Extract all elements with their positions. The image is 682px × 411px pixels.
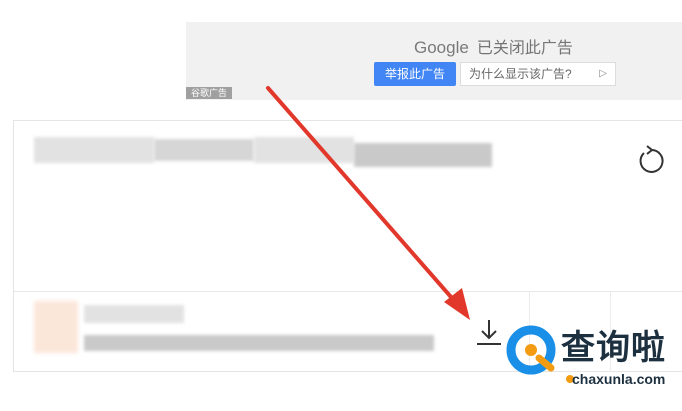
download-icon[interactable] — [474, 317, 504, 347]
blurred-title-part — [254, 137, 354, 163]
blurred-title — [34, 137, 154, 163]
why-this-ad-button[interactable]: 为什么显示该广告? ▷ — [460, 62, 616, 86]
blurred-filename — [84, 305, 184, 323]
ad-closed-title: Google 已关闭此广告 — [414, 34, 573, 58]
watermark-domain: chaxunla.com — [572, 371, 666, 387]
ad-closed-text: 已关闭此广告 — [476, 40, 573, 57]
blurred-thumbnail — [34, 301, 78, 353]
ad-tag: 谷歌广告 — [186, 87, 232, 99]
report-ad-button[interactable]: 举报此广告 — [374, 62, 456, 86]
watermark-logo-icon — [506, 325, 556, 375]
row-divider — [14, 291, 682, 292]
blurred-title-part — [354, 143, 492, 167]
refresh-icon[interactable] — [634, 145, 666, 177]
google-brand: Google — [414, 38, 469, 57]
why-this-ad-label: 为什么显示该广告? — [469, 67, 572, 81]
ad-banner: Google 已关闭此广告 举报此广告 为什么显示该广告? ▷ — [186, 22, 682, 100]
watermark-name: 查询啦 — [561, 328, 666, 368]
blurred-title-part — [154, 139, 254, 161]
blurred-filename — [84, 335, 434, 351]
play-icon: ▷ — [599, 68, 607, 79]
